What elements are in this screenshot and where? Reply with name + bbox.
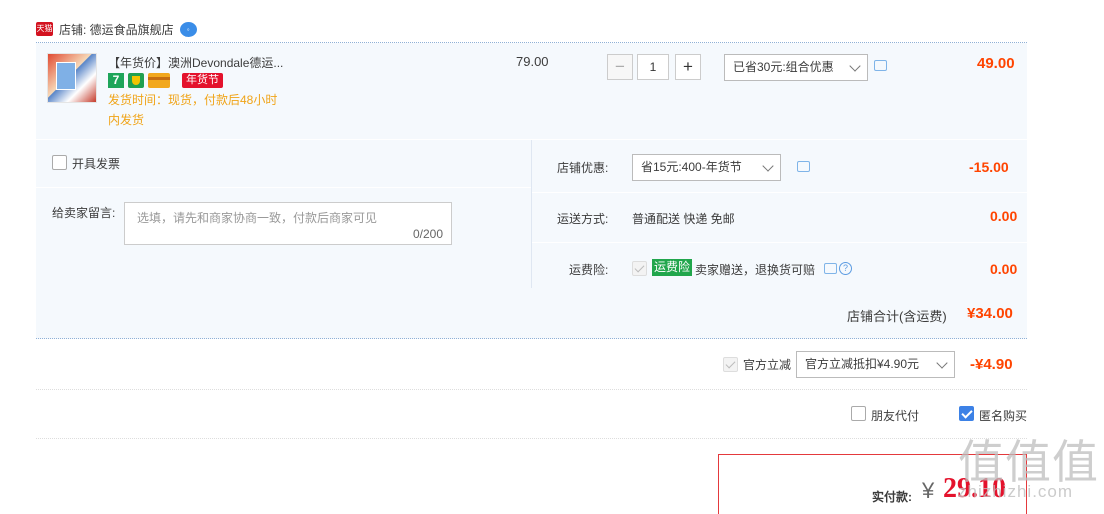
shop-discount-info-icon[interactable] (797, 161, 810, 172)
chevron-down-icon (936, 357, 948, 369)
friend-pay-checkbox[interactable] (851, 406, 866, 421)
divider (532, 242, 1027, 243)
promo-info-icon[interactable] (874, 60, 887, 71)
subtotal-amount: ¥34.00 (967, 305, 1013, 322)
quantity-input[interactable]: 1 (637, 54, 669, 80)
seller-message-input[interactable]: 选填，请先和商家协商一致，付款后商家可见 0/200 (124, 202, 452, 245)
watermark-url: zhizhizhi.com (958, 482, 1074, 501)
message-label: 给卖家留言: (52, 206, 116, 220)
shop-discount-label: 店铺优惠: (557, 161, 609, 175)
panel-divider (531, 140, 532, 288)
payment-currency: ¥ (922, 478, 935, 503)
message-char-count: 0/200 (412, 227, 443, 241)
help-icon[interactable]: ? (839, 262, 852, 275)
credit-card-icon (148, 73, 170, 88)
unit-price: 79.00 (516, 54, 549, 69)
insurance-chat-icon[interactable] (824, 263, 837, 274)
divider (532, 192, 1027, 193)
delivery-label: 运送方式: (557, 212, 609, 226)
shop-discount-select[interactable]: 省15元:400-年货节 (632, 154, 781, 181)
subtotal-label: 店铺合计(含运费) (847, 309, 947, 324)
official-discount-checkbox (723, 357, 738, 372)
product-thumbnail[interactable] (47, 53, 97, 103)
shop-discount-select-value: 省15元:400-年货节 (641, 160, 742, 174)
official-discount-label: 官方立减 (743, 358, 792, 372)
divider (36, 438, 1027, 439)
insurance-text: 卖家赠送，退换货可赔 (695, 263, 816, 277)
invoice-label: 开具发票 (72, 157, 121, 171)
insurance-amount: 0.00 (990, 261, 1018, 277)
nianhuo-festival-badge: 年货节 (182, 73, 223, 88)
anonymous-purchase-checkbox[interactable] (959, 406, 974, 421)
invoice-checkbox[interactable] (52, 155, 67, 170)
friend-pay-label: 朋友代付 (871, 409, 920, 423)
item-promo-select-value: 已省30元:组合优惠 (733, 60, 834, 74)
divider (36, 187, 531, 188)
wangwang-chat-icon[interactable]: ◦ (179, 21, 197, 37)
product-badges: 7 年货节 (108, 73, 223, 88)
official-discount-select[interactable]: 官方立减抵扣¥4.90元 (796, 351, 955, 378)
quantity-decrease-button[interactable]: − (607, 54, 633, 80)
official-discount-amount: -¥4.90 (970, 356, 1013, 373)
insurance-label: 运费险: (569, 263, 609, 277)
item-total-price: 49.00 (977, 55, 1015, 72)
insurance-checkbox (632, 261, 647, 276)
official-discount-select-value: 官方立减抵扣¥4.90元 (805, 357, 920, 371)
shop-name-link[interactable]: 店铺: 德运食品旗舰店 (59, 21, 174, 38)
anonymous-purchase-label: 匿名购买 (979, 409, 1028, 423)
quantity-stepper: − 1 + (607, 54, 701, 80)
item-promo-select[interactable]: 已省30元:组合优惠 (724, 54, 868, 81)
divider (36, 389, 1027, 390)
shop-discount-amount: -15.00 (969, 159, 1009, 175)
guarantee-shield-icon (128, 73, 144, 88)
shipping-time-line2: 内发货 (108, 113, 145, 127)
payment-label: 实付款: (872, 490, 912, 504)
seller-message-placeholder: 选填，请先和商家协商一致，付款后商家可见 (137, 211, 378, 225)
delivery-method: 普通配送 快递 免邮 (632, 212, 735, 226)
delivery-amount: 0.00 (990, 208, 1018, 224)
shipping-time-line1: 发货时间：现货，付款后48小时 (108, 93, 278, 107)
shop-header: 天猫 店铺: 德运食品旗舰店 ◦ (36, 18, 197, 40)
chevron-down-icon (762, 160, 774, 172)
chevron-down-icon (849, 60, 861, 72)
quantity-increase-button[interactable]: + (675, 54, 701, 80)
insurance-tag: 运费险 (652, 259, 693, 276)
seven-day-return-icon: 7 (108, 73, 124, 88)
watermark: 值 值 值 zhizhizhi.com (958, 426, 1104, 514)
tmall-icon: 天猫 (36, 22, 53, 36)
product-title-link[interactable]: 【年货价】澳洲Devondale德运... (108, 54, 408, 71)
